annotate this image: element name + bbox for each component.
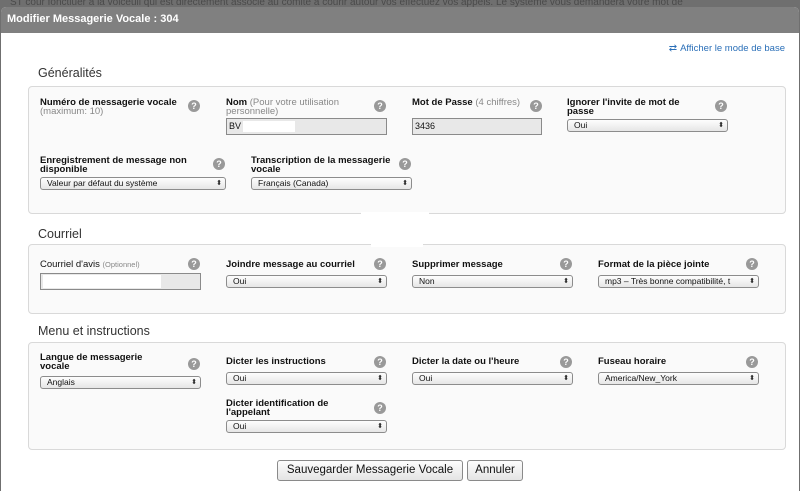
help-icon[interactable]: ? (560, 356, 572, 368)
section-title-email: Courriel (38, 227, 82, 241)
help-icon[interactable]: ? (188, 358, 200, 370)
save-button[interactable]: Sauvegarder Messagerie Vocale (277, 460, 463, 481)
transcription-label: Transcription de la messagerie vocale (251, 155, 391, 175)
help-icon[interactable]: ? (213, 158, 225, 170)
dictate-datetime-label: Dicter la date ou l'heure (412, 356, 520, 367)
chevron-updown-icon: ⬍ (377, 423, 383, 430)
help-icon[interactable]: ? (746, 356, 758, 368)
swap-arrows-icon: ⇄ (668, 43, 678, 54)
help-icon[interactable]: ? (746, 258, 758, 270)
basic-mode-label: Afficher le mode de base (680, 43, 785, 54)
help-icon[interactable]: ? (188, 100, 200, 112)
help-icon[interactable]: ? (374, 402, 386, 414)
panel-gap (371, 242, 423, 247)
field-name: Nom (Pour votre utilisation personnelle) (226, 97, 374, 117)
dialog-title: Modifier Messagerie Vocale : 304 (1, 7, 799, 33)
field-attachment-format: Format de la pièce jointe (598, 259, 738, 270)
field-password: Mot de Passe (4 chiffres) (412, 97, 532, 108)
attachment-format-select[interactable]: mp3 – Très bonne compatibilité, t ⬍ (598, 275, 759, 288)
timezone-label: Fuseau horaire (598, 356, 667, 367)
help-icon[interactable]: ? (374, 356, 386, 368)
dictate-caller-id-select[interactable]: Oui ⬍ (226, 420, 387, 433)
dictate-caller-id-label: Dicter identification de l'appelant (226, 398, 329, 418)
section-title-menu: Menu et instructions (38, 324, 150, 338)
chevron-updown-icon: ⬍ (191, 379, 197, 386)
field-record-unavailable: Enregistrement de message non disponible (40, 155, 212, 175)
chevron-updown-icon: ⬍ (377, 278, 383, 285)
field-attach-message: Joindre message au courriel (226, 259, 376, 270)
chevron-updown-icon: ⬍ (563, 375, 569, 382)
help-icon[interactable]: ? (374, 258, 386, 270)
ignore-prompt-select[interactable]: Oui ⬍ (567, 119, 728, 132)
delete-message-label: Supprimer message (412, 259, 503, 270)
dictate-instructions-select[interactable]: Oui ⬍ (226, 372, 387, 385)
section-title-general: Généralités (38, 66, 102, 80)
password-label: Mot de Passe (4 chiffres) (412, 97, 521, 108)
chevron-updown-icon: ⬍ (749, 278, 755, 285)
timezone-select[interactable]: America/New_York ⬍ (598, 372, 759, 385)
chevron-updown-icon: ⬍ (563, 278, 569, 285)
voicemail-dialog: Modifier Messagerie Vocale : 304 ⇄ Affic… (1, 7, 799, 491)
mailbox-number-label: Numéro de messagerie vocale (maximum: 10… (40, 97, 177, 117)
dictate-instructions-label: Dicter les instructions (226, 356, 326, 367)
help-icon[interactable]: ? (374, 100, 386, 112)
language-label: Langue de messagerie vocale (40, 352, 143, 372)
help-icon[interactable]: ? (399, 158, 411, 170)
help-icon[interactable]: ? (715, 100, 727, 112)
field-timezone: Fuseau horaire (598, 356, 738, 367)
field-language: Langue de messagerie vocale (40, 352, 170, 372)
attach-message-label: Joindre message au courriel (226, 259, 355, 270)
field-dictate-caller-id: Dicter identification de l'appelant (226, 398, 366, 418)
chevron-updown-icon: ⬍ (216, 180, 222, 187)
field-ignore-prompt: Ignorer l'invite de mot de passe (567, 97, 709, 117)
panel-gap (361, 212, 429, 218)
chevron-updown-icon: ⬍ (377, 375, 383, 382)
attachment-format-label: Format de la pièce jointe (598, 259, 710, 270)
chevron-updown-icon: ⬍ (749, 375, 755, 382)
help-icon[interactable]: ? (530, 100, 542, 112)
record-unavailable-label: Enregistrement de message non disponible (40, 155, 187, 175)
ignore-prompt-label: Ignorer l'invite de mot de passe (567, 97, 680, 117)
field-dictate-datetime: Dicter la date ou l'heure (412, 356, 552, 367)
field-transcription: Transcription de la messagerie vocale (251, 155, 391, 175)
field-mailbox-number: Numéro de messagerie vocale (maximum: 10… (40, 97, 190, 117)
chevron-updown-icon: ⬍ (718, 122, 724, 129)
password-input[interactable]: 3436 (412, 118, 542, 135)
transcription-select[interactable]: Français (Canada) ⬍ (251, 177, 412, 190)
delete-message-select[interactable]: Non ⬍ (412, 275, 573, 288)
help-icon[interactable]: ? (188, 258, 200, 270)
notify-email-label: Courriel d'avis (Optionnel) (40, 259, 140, 270)
notify-email-input[interactable] (40, 273, 201, 290)
cancel-button[interactable]: Annuler (467, 460, 523, 481)
field-notify-email: Courriel d'avis (Optionnel) (40, 259, 180, 270)
help-icon[interactable]: ? (560, 258, 572, 270)
name-label: Nom (Pour votre utilisation personnelle) (226, 97, 339, 117)
record-unavailable-select[interactable]: Valeur par défaut du système ⬍ (40, 177, 226, 190)
name-input[interactable]: BV (226, 118, 387, 135)
field-delete-message: Supprimer message (412, 259, 552, 270)
chevron-updown-icon: ⬍ (402, 180, 408, 187)
field-dictate-instructions: Dicter les instructions (226, 356, 366, 367)
attach-message-select[interactable]: Oui ⬍ (226, 275, 387, 288)
dictate-datetime-select[interactable]: Oui ⬍ (412, 372, 573, 385)
language-select[interactable]: Anglais ⬍ (40, 376, 201, 389)
basic-mode-link[interactable]: ⇄ Afficher le mode de base (669, 43, 785, 54)
